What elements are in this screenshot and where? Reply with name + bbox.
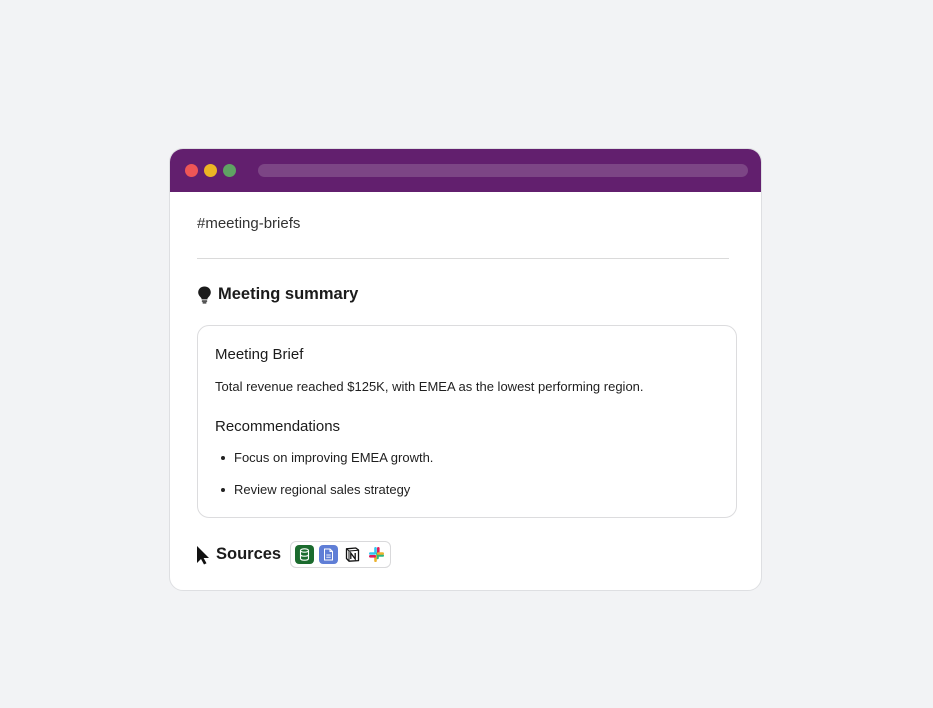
- meeting-summary-heading: Meeting summary: [197, 285, 358, 304]
- bullet-icon: [221, 487, 225, 492]
- channel-name: #meeting-briefs: [197, 215, 301, 232]
- sources-row: Sources: [196, 541, 392, 568]
- close-window-button[interactable]: [185, 164, 198, 177]
- maximize-window-button[interactable]: [223, 164, 236, 177]
- meeting-brief-card: Meeting Brief Total revenue reached $125…: [197, 325, 737, 518]
- slack-icon[interactable]: [367, 545, 387, 564]
- sources-label: Sources: [216, 545, 282, 563]
- window-titlebar: [170, 149, 761, 192]
- lightbulb-icon: [198, 286, 211, 303]
- document-icon[interactable]: [319, 545, 339, 564]
- app-window: #meeting-briefs Meeting summary Meeting …: [169, 148, 762, 591]
- minimize-window-button[interactable]: [204, 164, 217, 177]
- source-icons-group: [290, 541, 392, 568]
- address-bar[interactable]: [258, 164, 748, 177]
- bullet-icon: [221, 455, 225, 460]
- list-item: Review regional sales strategy: [215, 482, 410, 497]
- recommendations-title: Recommendations: [215, 418, 341, 435]
- database-icon[interactable]: [295, 545, 315, 564]
- list-item: Focus on improving EMEA growth.: [215, 450, 433, 465]
- recommendation-text: Focus on improving EMEA growth.: [234, 450, 434, 465]
- cursor-arrow-icon: [197, 545, 209, 564]
- header-divider: [197, 258, 729, 259]
- recommendation-text: Review regional sales strategy: [234, 482, 411, 497]
- card-title: Meeting Brief: [215, 346, 304, 363]
- card-summary-text: Total revenue reached $125K, with EMEA a…: [215, 379, 644, 394]
- notion-icon[interactable]: [343, 545, 363, 564]
- meeting-summary-label: Meeting summary: [218, 285, 359, 303]
